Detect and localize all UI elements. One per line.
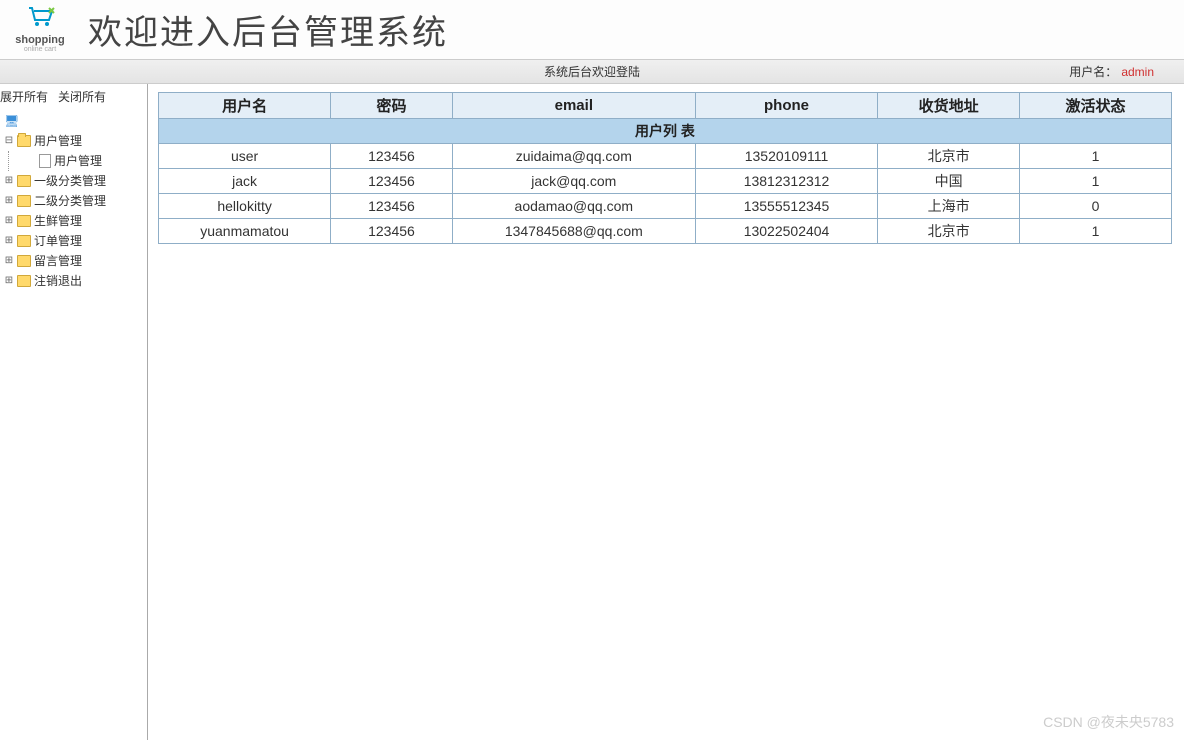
cell-username: user bbox=[159, 144, 331, 169]
sidebar-item-label: 二级分类管理 bbox=[34, 192, 106, 210]
col-email: email bbox=[452, 93, 695, 119]
header: shopping online cart 欢迎进入后台管理系统 bbox=[0, 0, 1184, 60]
table-title: 用户列 表 bbox=[159, 119, 1172, 144]
logo-subtext: online cart bbox=[24, 46, 56, 53]
col-username: 用户名 bbox=[159, 93, 331, 119]
sidebar-item-label: 用户管理 bbox=[34, 132, 82, 150]
folder-icon bbox=[17, 255, 31, 267]
welcome-text: 系统后台欢迎登陆 bbox=[544, 63, 640, 80]
expand-icon[interactable]: ⊞ bbox=[4, 272, 14, 290]
sidebar-subitem-label: 用户管理 bbox=[54, 152, 102, 170]
cell-email: zuidaima@qq.com bbox=[452, 144, 695, 169]
watermark: CSDN @夜未央5783 bbox=[1043, 712, 1174, 732]
cell-password: 123456 bbox=[331, 194, 453, 219]
tree-controls: 展开所有关闭所有 bbox=[0, 88, 147, 111]
user-table: 用户列 表 用户名 密码 email phone 收货地址 激活状态 user1… bbox=[158, 92, 1172, 244]
expand-icon[interactable]: ⊞ bbox=[4, 232, 14, 250]
sidebar-item-label: 订单管理 bbox=[34, 232, 82, 250]
cell-username: hellokitty bbox=[159, 194, 331, 219]
cart-icon bbox=[25, 6, 55, 34]
folder-open-icon bbox=[17, 135, 31, 147]
sidebar-item-label: 生鲜管理 bbox=[34, 212, 82, 230]
cell-username: yuanmamatou bbox=[159, 219, 331, 244]
sidebar-item-category1[interactable]: ⊞ 一级分类管理 bbox=[2, 171, 147, 191]
table-row[interactable]: hellokitty123456aodamao@qq.com1355551234… bbox=[159, 194, 1172, 219]
cell-active: 1 bbox=[1020, 144, 1172, 169]
cell-address: 北京市 bbox=[878, 219, 1020, 244]
folder-icon bbox=[17, 235, 31, 247]
sidebar-item-label: 注销退出 bbox=[34, 272, 82, 290]
table-row[interactable]: jack123456jack@qq.com13812312312中国1 bbox=[159, 169, 1172, 194]
cell-email: jack@qq.com bbox=[452, 169, 695, 194]
col-phone: phone bbox=[695, 93, 877, 119]
cell-address: 北京市 bbox=[878, 144, 1020, 169]
page-title: 欢迎进入后台管理系统 bbox=[88, 5, 448, 54]
col-active: 激活状态 bbox=[1020, 93, 1172, 119]
sidebar-item-orders[interactable]: ⊞ 订单管理 bbox=[2, 231, 147, 251]
tree: 🖥 ⊟ 用户管理 用户管理 ⊞ 一级分类管理 ⊞ bbox=[0, 111, 147, 291]
content: 用户列 表 用户名 密码 email phone 收货地址 激活状态 user1… bbox=[148, 84, 1184, 740]
folder-icon bbox=[17, 195, 31, 207]
sidebar-item-user-mgmt[interactable]: ⊟ 用户管理 bbox=[2, 131, 147, 151]
cell-username: jack bbox=[159, 169, 331, 194]
expand-all-button[interactable]: 展开所有 bbox=[0, 90, 48, 104]
collapse-icon[interactable]: ⊟ bbox=[4, 132, 14, 150]
collapse-all-button[interactable]: 关闭所有 bbox=[58, 90, 106, 104]
sidebar-item-label: 一级分类管理 bbox=[34, 172, 106, 190]
cell-phone: 13555512345 bbox=[695, 194, 877, 219]
cell-address: 上海市 bbox=[878, 194, 1020, 219]
col-password: 密码 bbox=[331, 93, 453, 119]
sidebar-item-fresh[interactable]: ⊞ 生鲜管理 bbox=[2, 211, 147, 231]
logo: shopping online cart bbox=[0, 2, 80, 57]
table-row[interactable]: user123456zuidaima@qq.com13520109111北京市1 bbox=[159, 144, 1172, 169]
cell-phone: 13022502404 bbox=[695, 219, 877, 244]
cell-password: 123456 bbox=[331, 169, 453, 194]
cell-password: 123456 bbox=[331, 144, 453, 169]
user-info: 用户名： admin bbox=[1069, 63, 1154, 80]
user-label: 用户名： bbox=[1069, 65, 1117, 79]
sidebar-item-logout[interactable]: ⊞ 注销退出 bbox=[2, 271, 147, 291]
table-row[interactable]: yuanmamatou1234561347845688@qq.com130225… bbox=[159, 219, 1172, 244]
folder-icon bbox=[17, 275, 31, 287]
sidebar: 展开所有关闭所有 🖥 ⊟ 用户管理 用户管理 ⊞ 一级分类管理 bbox=[0, 84, 148, 740]
file-icon bbox=[39, 154, 51, 168]
main: 展开所有关闭所有 🖥 ⊟ 用户管理 用户管理 ⊞ 一级分类管理 bbox=[0, 84, 1184, 740]
logo-text: shopping bbox=[15, 34, 65, 46]
cell-phone: 13520109111 bbox=[695, 144, 877, 169]
folder-icon bbox=[17, 175, 31, 187]
cell-address: 中国 bbox=[878, 169, 1020, 194]
cell-email: 1347845688@qq.com bbox=[452, 219, 695, 244]
col-address: 收货地址 bbox=[878, 93, 1020, 119]
root-icon: 🖥 bbox=[4, 112, 19, 130]
expand-icon[interactable]: ⊞ bbox=[4, 192, 14, 210]
cell-phone: 13812312312 bbox=[695, 169, 877, 194]
sidebar-item-label: 留言管理 bbox=[34, 252, 82, 270]
sidebar-item-category2[interactable]: ⊞ 二级分类管理 bbox=[2, 191, 147, 211]
expand-icon[interactable]: ⊞ bbox=[4, 212, 14, 230]
sidebar-item-messages[interactable]: ⊞ 留言管理 bbox=[2, 251, 147, 271]
username: admin bbox=[1121, 65, 1154, 79]
cell-active: 0 bbox=[1020, 194, 1172, 219]
table-header-row: 用户名 密码 email phone 收货地址 激活状态 bbox=[159, 93, 1172, 119]
cell-active: 1 bbox=[1020, 169, 1172, 194]
expand-icon[interactable]: ⊞ bbox=[4, 252, 14, 270]
sidebar-subitem-user-mgmt[interactable]: 用户管理 bbox=[11, 151, 147, 171]
folder-icon bbox=[17, 215, 31, 227]
cell-password: 123456 bbox=[331, 219, 453, 244]
cell-email: aodamao@qq.com bbox=[452, 194, 695, 219]
cell-active: 1 bbox=[1020, 219, 1172, 244]
subheader: 系统后台欢迎登陆 用户名： admin bbox=[0, 60, 1184, 84]
expand-icon[interactable]: ⊞ bbox=[4, 172, 14, 190]
tree-root[interactable]: 🖥 bbox=[2, 111, 147, 131]
